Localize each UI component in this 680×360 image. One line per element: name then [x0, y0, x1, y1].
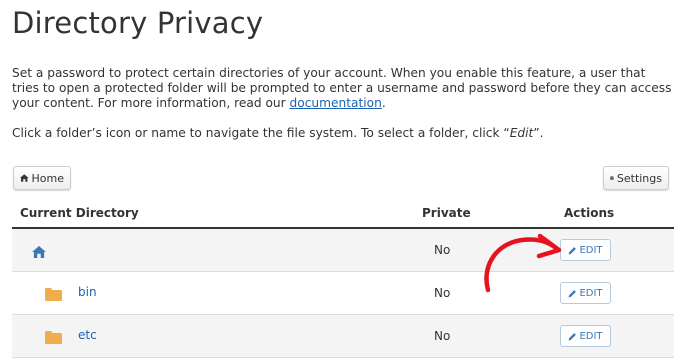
gear-icon: [610, 176, 614, 181]
folder-name-link[interactable]: etc: [78, 328, 97, 342]
table-row: bin No EDIT: [12, 272, 674, 315]
annotation-arrow-icon: [484, 233, 562, 293]
header-current-directory: Current Directory: [20, 206, 139, 220]
instruction-text: Click a folder’s icon or name to navigat…: [12, 126, 510, 140]
page-description: Set a password to protect certain direct…: [12, 66, 676, 111]
edit-button-label: EDIT: [579, 244, 603, 256]
edit-button[interactable]: EDIT: [560, 239, 611, 261]
folder-name-link[interactable]: bin: [78, 285, 97, 299]
pencil-icon: [569, 246, 577, 254]
directory-privacy-page: Directory Privacy Set a password to prot…: [0, 0, 680, 360]
home-button-label: Home: [31, 171, 64, 185]
instruction-edit-word: Edit: [509, 126, 534, 140]
folder-icon[interactable]: [45, 286, 62, 305]
pencil-icon: [569, 332, 577, 340]
description-end: .: [381, 96, 386, 110]
settings-button-label: Settings: [616, 171, 662, 185]
edit-button[interactable]: EDIT: [560, 325, 611, 347]
instruction-end: ”.: [533, 126, 544, 140]
directory-table: Current Directory Private Actions No EDI…: [12, 199, 674, 358]
table-row: etc No EDIT: [12, 315, 674, 358]
edit-button-label: EDIT: [579, 330, 603, 342]
edit-button-label: EDIT: [579, 287, 603, 299]
home-button[interactable]: Home: [13, 166, 71, 190]
edit-button[interactable]: EDIT: [560, 282, 611, 304]
private-status: No: [434, 329, 451, 343]
table-row: No EDIT: [12, 229, 674, 272]
folder-icon[interactable]: [45, 329, 62, 348]
documentation-link[interactable]: documentation: [290, 96, 382, 110]
home-icon: [20, 174, 29, 182]
header-private: Private: [422, 206, 471, 220]
pencil-icon: [569, 289, 577, 297]
settings-button[interactable]: Settings: [603, 166, 669, 190]
header-actions: Actions: [564, 206, 615, 220]
table-header: Current Directory Private Actions: [12, 199, 674, 229]
home-icon[interactable]: [32, 243, 46, 262]
page-title: Directory Privacy: [12, 6, 264, 40]
private-status: No: [434, 286, 451, 300]
private-status: No: [434, 243, 451, 257]
navigation-instruction: Click a folder’s icon or name to navigat…: [12, 126, 544, 140]
